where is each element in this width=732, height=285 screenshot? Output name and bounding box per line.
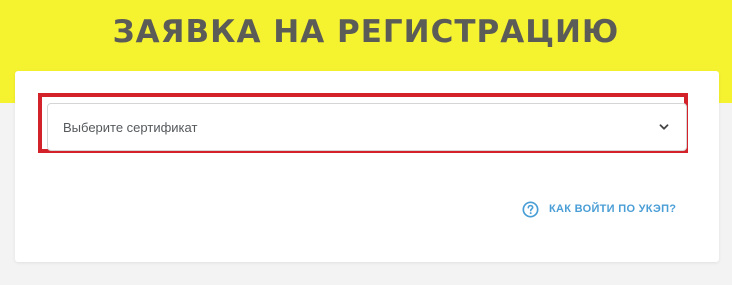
how-to-login-link[interactable]: КАК ВОЙТИ ПО УКЭП? (522, 199, 676, 219)
question-circle-icon (522, 200, 539, 218)
how-to-login-label: КАК ВОЙТИ ПО УКЭП? (549, 203, 677, 215)
certificate-select[interactable]: Выберите сертификат (47, 103, 687, 151)
chevron-down-icon (659, 124, 669, 130)
certificate-select-placeholder: Выберите сертификат (63, 120, 198, 135)
page-title: ЗАЯВКА НА РЕГИСТРАЦИЮ (112, 14, 620, 50)
